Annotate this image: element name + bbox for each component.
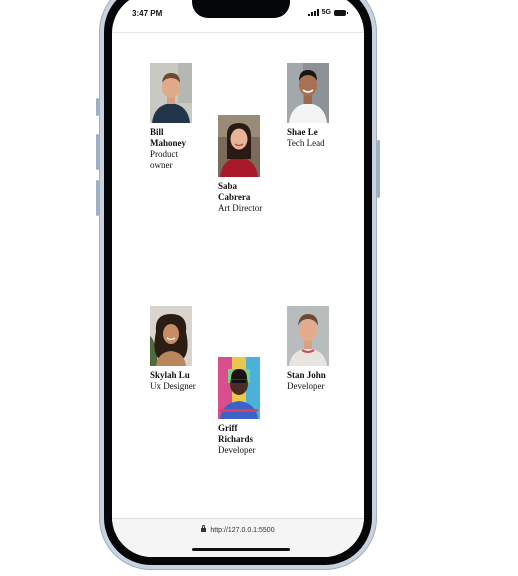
portrait-photo: [150, 306, 192, 366]
member-name: Saba Cabrera: [218, 181, 251, 202]
member-name: Stan John: [287, 370, 326, 380]
portrait-photo: [218, 115, 260, 177]
lock-icon: [201, 525, 207, 533]
volume-up-button: [96, 134, 99, 170]
member-role: Product owner: [150, 149, 178, 170]
member-name: Shae Le: [287, 127, 318, 137]
network-label: 5G: [321, 9, 331, 16]
member-role: Developer: [287, 381, 325, 391]
portrait-photo: [218, 357, 260, 419]
member-role: Ux Designer: [150, 381, 196, 391]
team-card: Bill Mahoney Product owner: [150, 63, 196, 171]
home-indicator[interactable]: [192, 548, 290, 551]
mute-switch: [96, 98, 99, 116]
portrait-photo: [287, 63, 329, 123]
team-card: Skylah Lu Ux Designer: [150, 306, 196, 392]
portrait-photo: [150, 63, 192, 123]
team-card: Griff Richards Developer: [218, 357, 264, 456]
status-time: 3:47 PM: [132, 9, 163, 18]
browser-address-bar[interactable]: http://127.0.0.1:5500: [112, 518, 364, 557]
member-role: Tech Lead: [287, 138, 325, 148]
member-name: Bill Mahoney: [150, 127, 186, 148]
member-role: Developer: [218, 445, 256, 455]
signal-bars-icon: [307, 9, 319, 16]
team-card: Stan John Developer: [287, 306, 333, 392]
phone-screen: 3:47 PM 5G Bill Mahoney Product owner Sa…: [112, 0, 364, 557]
team-card: Shae Le Tech Lead: [287, 63, 333, 149]
status-right: 5G: [307, 9, 348, 16]
team-card: Saba Cabrera Art Director: [218, 115, 264, 214]
member-role: Art Director: [218, 203, 263, 213]
member-name: Griff Richards: [218, 423, 254, 444]
status-divider: [112, 32, 364, 33]
power-button: [377, 140, 380, 198]
member-name: Skylah Lu: [150, 370, 190, 380]
volume-down-button: [96, 180, 99, 216]
url-display[interactable]: http://127.0.0.1:5500: [112, 525, 364, 534]
portrait-photo: [287, 306, 329, 366]
battery-icon: [334, 9, 348, 16]
notch: [192, 0, 290, 18]
phone-frame: 3:47 PM 5G Bill Mahoney Product owner Sa…: [96, 0, 380, 570]
phone-bezel: 3:47 PM 5G Bill Mahoney Product owner Sa…: [104, 0, 372, 565]
url-text: http://127.0.0.1:5500: [210, 527, 275, 534]
